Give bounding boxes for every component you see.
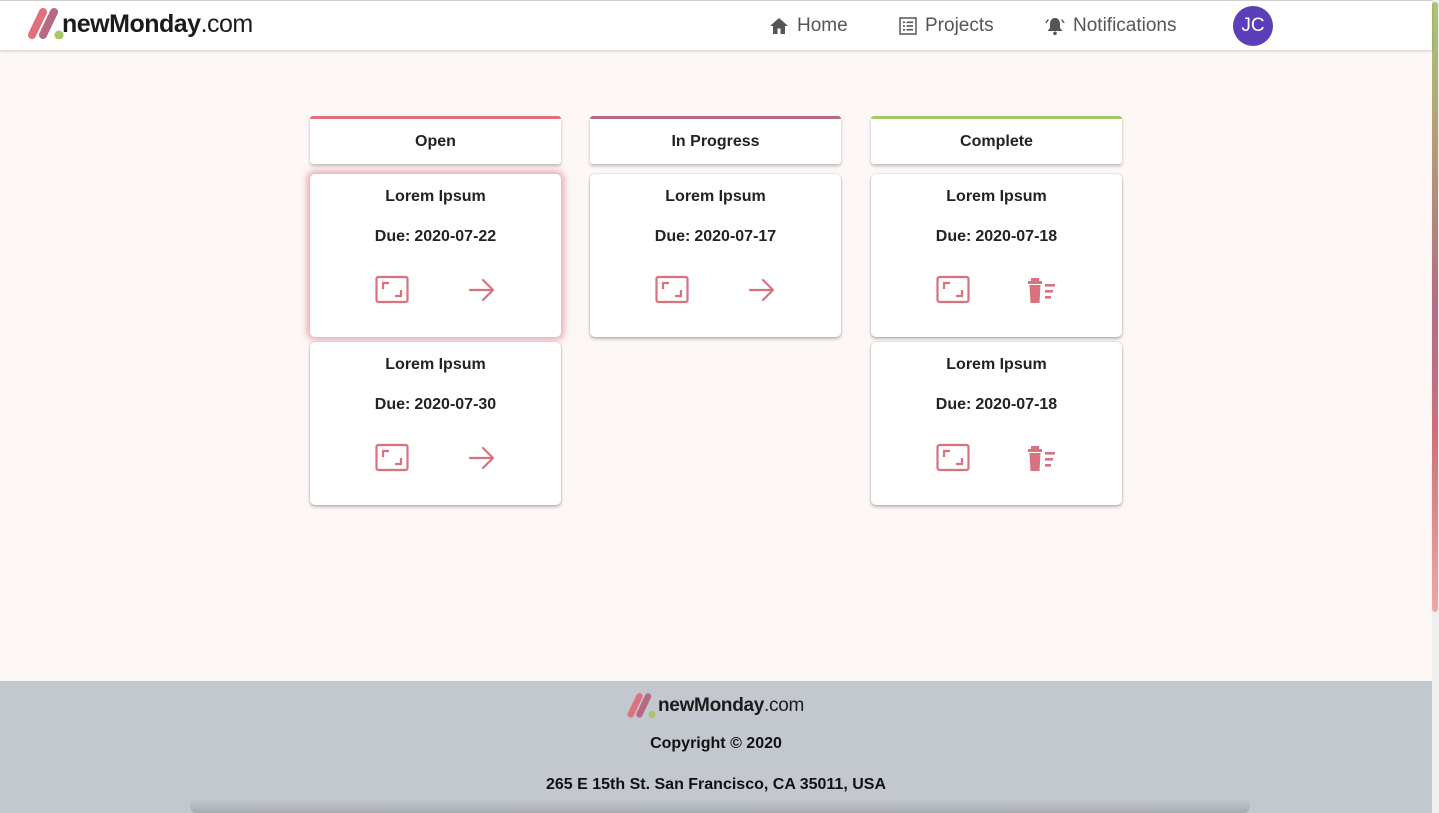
task-due-date: Due: 2020-07-17 [654, 228, 777, 245]
expand-button[interactable] [375, 275, 409, 305]
brand-wordmark: newMonday.com [62, 10, 253, 38]
nav-projects-label: Projects [925, 15, 994, 36]
footer-shadow [190, 799, 1250, 813]
expand-icon [936, 275, 970, 305]
footer-brand-logo[interactable]: newMonday.com [626, 692, 805, 719]
home-icon [769, 17, 789, 35]
expand-icon [375, 275, 409, 305]
footer-address: 265 E 15th St. San Francisco, CA 35011, … [546, 776, 886, 793]
column-header-in-progress: In Progress [590, 116, 841, 164]
delete-button[interactable] [1026, 275, 1060, 305]
nav-projects[interactable]: Projects [899, 13, 994, 39]
footer-copyright: Copyright © 2020 [650, 735, 782, 752]
logo-mark-icon [26, 7, 64, 40]
task-title: Lorem Ipsum [665, 188, 766, 205]
task-card[interactable]: Lorem Ipsum Due: 2020-07-22 [310, 174, 561, 337]
arrow-right-icon [465, 443, 499, 473]
scrollbar-thumb[interactable] [1432, 2, 1438, 612]
task-card[interactable]: Lorem Ipsum Due: 2020-07-17 [590, 174, 841, 337]
expand-button[interactable] [375, 443, 409, 473]
user-avatar[interactable]: JC [1233, 6, 1273, 46]
logo-mark-icon [626, 692, 656, 719]
expand-button[interactable] [655, 275, 689, 305]
task-due-date: Due: 2020-07-22 [374, 228, 497, 245]
list-icon [899, 17, 917, 35]
task-card[interactable]: Lorem Ipsum Due: 2020-07-18 [871, 174, 1122, 337]
page-footer: newMonday.com Copyright © 2020 265 E 15t… [0, 681, 1432, 813]
trash-icon [1026, 275, 1060, 305]
task-title: Lorem Ipsum [385, 188, 486, 205]
delete-button[interactable] [1026, 443, 1060, 473]
arrow-right-icon [745, 275, 779, 305]
footer-brand-wordmark: newMonday.com [658, 695, 805, 716]
nav-notifications[interactable]: Notifications [1045, 13, 1177, 39]
column-header-open: Open [310, 116, 561, 164]
move-forward-button[interactable] [745, 275, 779, 305]
task-due-date: Due: 2020-07-30 [374, 396, 497, 413]
nav-home[interactable]: Home [769, 13, 848, 39]
expand-icon [375, 443, 409, 473]
task-card[interactable]: Lorem Ipsum Due: 2020-07-18 [871, 342, 1122, 505]
task-title: Lorem Ipsum [946, 188, 1047, 205]
trash-icon [1026, 443, 1060, 473]
task-card[interactable]: Lorem Ipsum Due: 2020-07-30 [310, 342, 561, 505]
expand-icon [655, 275, 689, 305]
expand-icon [936, 443, 970, 473]
move-forward-button[interactable] [465, 275, 499, 305]
expand-button[interactable] [936, 275, 970, 305]
move-forward-button[interactable] [465, 443, 499, 473]
brand-logo[interactable]: newMonday.com [26, 7, 253, 40]
task-due-date: Due: 2020-07-18 [935, 396, 1058, 413]
task-title: Lorem Ipsum [385, 356, 486, 373]
expand-button[interactable] [936, 443, 970, 473]
task-title: Lorem Ipsum [946, 356, 1047, 373]
nav-notifications-label: Notifications [1073, 15, 1177, 36]
column-header-complete: Complete [871, 116, 1122, 164]
arrow-right-icon [465, 275, 499, 305]
top-nav-bar: newMonday.com Home Projects Notification… [0, 0, 1432, 50]
bell-icon [1045, 16, 1065, 36]
task-due-date: Due: 2020-07-18 [935, 228, 1058, 245]
nav-home-label: Home [797, 15, 848, 36]
